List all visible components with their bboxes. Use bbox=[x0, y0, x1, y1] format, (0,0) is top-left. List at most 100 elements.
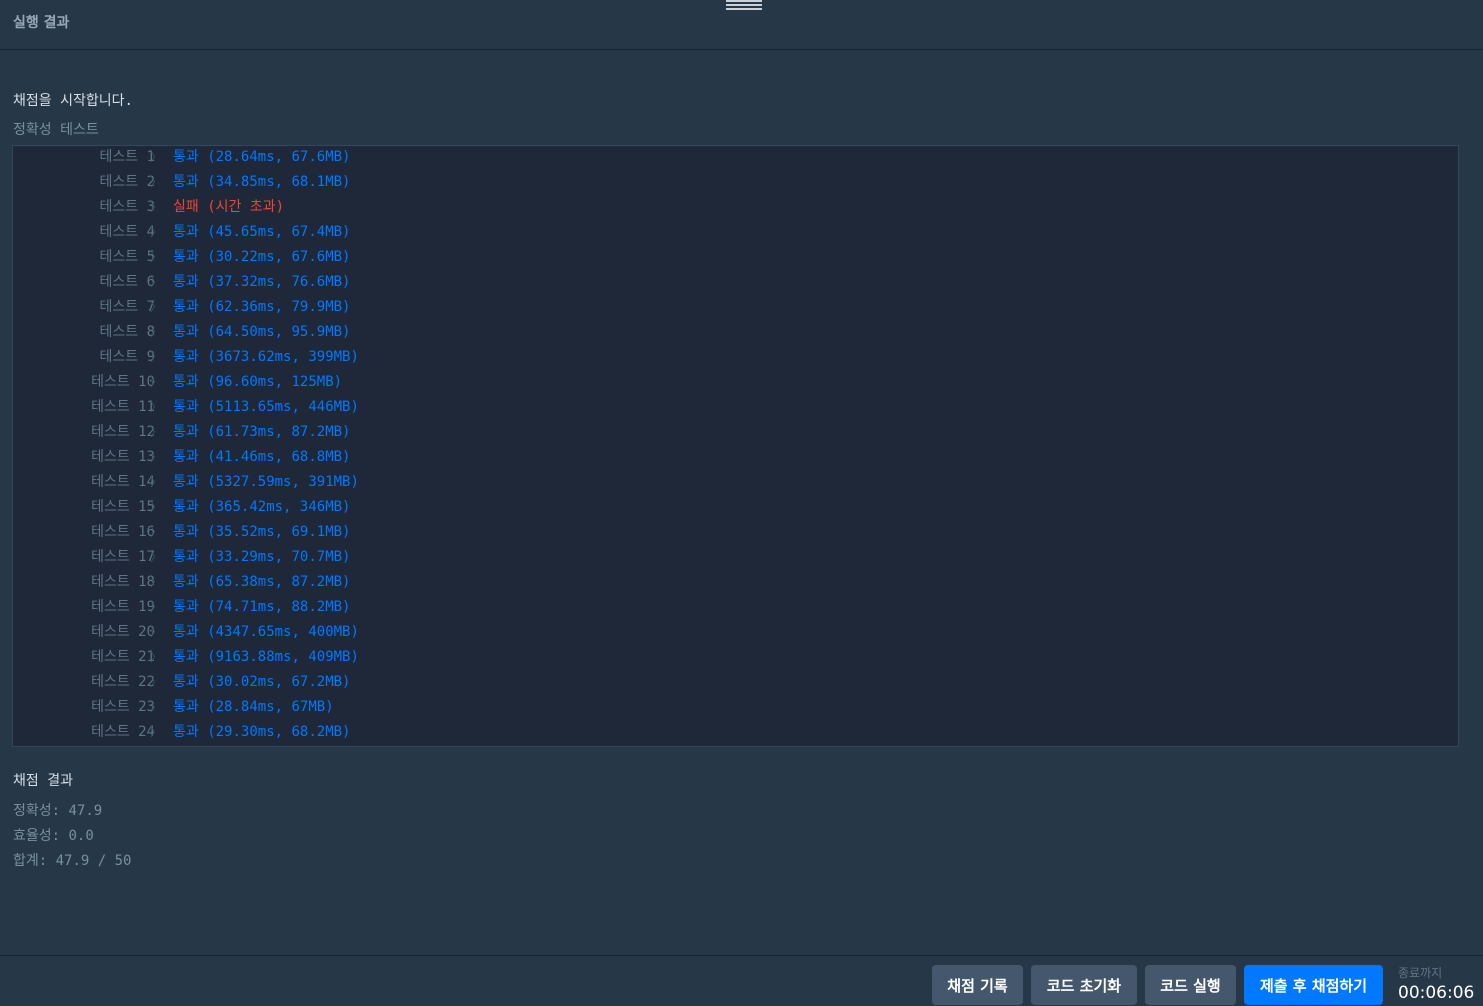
test-status-pass: 통과 (365.42ms, 346MB) bbox=[173, 499, 351, 515]
total-score: 합계: 47.9 / 50 bbox=[13, 853, 132, 869]
test-status-pass: 통과 (29.30ms, 68.2MB) bbox=[173, 724, 351, 740]
test-label: 테스트 21 bbox=[91, 649, 155, 665]
submit-grade-button[interactable]: 제출 후 채점하기 bbox=[1244, 965, 1383, 1005]
test-result-row: 테스트 20 〉 통과 (4347.65ms, 400MB) bbox=[13, 620, 1458, 645]
chevron-right-icon: 〉 bbox=[150, 225, 163, 239]
test-status-fail: 실패 (시간 초과) bbox=[173, 199, 284, 215]
test-result-row: 테스트 14 〉 통과 (5327.59ms, 391MB) bbox=[13, 470, 1458, 495]
chevron-right-icon: 〉 bbox=[150, 175, 163, 189]
test-label: 테스트 12 bbox=[91, 424, 155, 440]
test-label: 테스트 6 bbox=[99, 274, 156, 290]
run-code-button[interactable]: 코드 실행 bbox=[1145, 965, 1236, 1005]
test-result-row: 테스트 6 〉 통과 (37.32ms, 76.6MB) bbox=[13, 270, 1458, 295]
test-result-row: 테스트 22 〉 통과 (30.02ms, 67.2MB) bbox=[13, 670, 1458, 695]
chevron-right-icon: 〉 bbox=[150, 300, 163, 314]
test-status-pass: 통과 (96.60ms, 125MB) bbox=[173, 374, 343, 390]
test-result-row: 테스트 2 〉 통과 (34.85ms, 68.1MB) bbox=[13, 170, 1458, 195]
accuracy-score: 정확성: 47.9 bbox=[13, 803, 103, 819]
test-label: 테스트 16 bbox=[91, 524, 155, 540]
resize-handle-icon[interactable] bbox=[726, 0, 762, 10]
test-label: 테스트 15 bbox=[91, 499, 155, 515]
test-result-row: 테스트 11 〉 통과 (5113.65ms, 446MB) bbox=[13, 395, 1458, 420]
chevron-right-icon: 〉 bbox=[150, 550, 163, 564]
test-result-row: 테스트 10 〉 통과 (96.60ms, 125MB) bbox=[13, 370, 1458, 395]
test-status-pass: 통과 (5327.59ms, 391MB) bbox=[173, 474, 359, 490]
chevron-right-icon: 〉 bbox=[150, 250, 163, 264]
chevron-right-icon: 〉 bbox=[150, 200, 163, 214]
test-label: 테스트 22 bbox=[91, 674, 155, 690]
chevron-right-icon: 〉 bbox=[150, 525, 163, 539]
result-panel-header: 실행 결과 bbox=[0, 0, 1483, 50]
test-result-row: 테스트 5 〉 통과 (30.22ms, 67.6MB) bbox=[13, 245, 1458, 270]
chevron-right-icon: 〉 bbox=[150, 275, 163, 289]
test-status-pass: 통과 (5113.65ms, 446MB) bbox=[173, 399, 359, 415]
chevron-right-icon: 〉 bbox=[150, 600, 163, 614]
test-label: 테스트 14 bbox=[91, 474, 155, 490]
test-result-row: 테스트 8 〉 통과 (64.50ms, 95.9MB) bbox=[13, 320, 1458, 345]
grading-start-message: 채점을 시작합니다. bbox=[13, 93, 133, 109]
timer-label: 종료까지 bbox=[1398, 966, 1443, 980]
chevron-right-icon: 〉 bbox=[150, 150, 163, 164]
score-title: 채점 결과 bbox=[13, 773, 73, 789]
chevron-right-icon: 〉 bbox=[150, 450, 163, 464]
test-result-row: 테스트 24 〉 통과 (29.30ms, 68.2MB) bbox=[13, 720, 1458, 745]
test-result-row: 테스트 12 〉 통과 (61.73ms, 87.2MB) bbox=[13, 420, 1458, 445]
test-label: 테스트 5 bbox=[99, 249, 156, 265]
chevron-right-icon: 〉 bbox=[150, 700, 163, 714]
test-status-pass: 통과 (64.50ms, 95.9MB) bbox=[173, 324, 351, 340]
test-status-pass: 통과 (3673.62ms, 399MB) bbox=[173, 349, 359, 365]
test-status-pass: 통과 (30.02ms, 67.2MB) bbox=[173, 674, 351, 690]
test-result-row: 테스트 18 〉 통과 (65.38ms, 87.2MB) bbox=[13, 570, 1458, 595]
test-label: 테스트 17 bbox=[91, 549, 155, 565]
test-label: 테스트 20 bbox=[91, 624, 155, 640]
test-label: 테스트 11 bbox=[91, 399, 155, 415]
accuracy-test-title: 정확성 테스트 bbox=[13, 122, 99, 138]
test-label: 테스트 9 bbox=[99, 349, 156, 365]
test-status-pass: 통과 (37.32ms, 76.6MB) bbox=[173, 274, 351, 290]
test-label: 테스트 1 bbox=[99, 149, 156, 165]
chevron-right-icon: 〉 bbox=[150, 325, 163, 339]
chevron-right-icon: 〉 bbox=[150, 500, 163, 514]
test-status-pass: 통과 (45.65ms, 67.4MB) bbox=[173, 224, 351, 240]
test-label: 테스트 4 bbox=[99, 224, 156, 240]
test-result-row: 테스트 1 〉 통과 (28.64ms, 67.6MB) bbox=[13, 145, 1458, 170]
test-results-list: 테스트 1 〉 통과 (28.64ms, 67.6MB) 테스트 2 〉 통과 (34.8… bbox=[12, 145, 1459, 747]
test-result-row: 테스트 16 〉 통과 (35.52ms, 69.1MB) bbox=[13, 520, 1458, 545]
chevron-right-icon: 〉 bbox=[150, 650, 163, 664]
chevron-right-icon: 〉 bbox=[150, 350, 163, 364]
test-label: 테스트 8 bbox=[99, 324, 156, 340]
test-result-row: 테스트 17 〉 통과 (33.29ms, 70.7MB) bbox=[13, 545, 1458, 570]
test-status-pass: 통과 (41.46ms, 68.8MB) bbox=[173, 449, 351, 465]
test-label: 테스트 3 bbox=[99, 199, 156, 215]
test-label: 테스트 7 bbox=[99, 299, 156, 315]
test-status-pass: 통과 (28.84ms, 67MB) bbox=[173, 699, 334, 715]
test-result-row: 테스트 15 〉 통과 (365.42ms, 346MB) bbox=[13, 495, 1458, 520]
test-label: 테스트 19 bbox=[91, 599, 155, 615]
test-result-row: 테스트 7 〉 통과 (62.36ms, 79.9MB) bbox=[13, 295, 1458, 320]
grading-history-button[interactable]: 채점 기록 bbox=[932, 965, 1023, 1005]
chevron-right-icon: 〉 bbox=[150, 400, 163, 414]
efficiency-score: 효율성: 0.0 bbox=[13, 828, 94, 844]
action-footer: 채점 기록 코드 초기화 코드 실행 제출 후 채점하기 종료까지 00:06:… bbox=[0, 955, 1483, 1006]
test-status-pass: 통과 (65.38ms, 87.2MB) bbox=[173, 574, 351, 590]
test-result-row: 테스트 21 〉 통과 (9163.88ms, 409MB) bbox=[13, 645, 1458, 670]
timer-value: 00:06:06 bbox=[1398, 983, 1475, 1003]
test-result-row: 테스트 4 〉 통과 (45.65ms, 67.4MB) bbox=[13, 220, 1458, 245]
test-status-pass: 통과 (4347.65ms, 400MB) bbox=[173, 624, 359, 640]
test-status-pass: 통과 (34.85ms, 68.1MB) bbox=[173, 174, 351, 190]
test-status-pass: 통과 (33.29ms, 70.7MB) bbox=[173, 549, 351, 565]
test-result-row: 테스트 13 〉 통과 (41.46ms, 68.8MB) bbox=[13, 445, 1458, 470]
test-label: 테스트 10 bbox=[91, 374, 155, 390]
reset-code-button[interactable]: 코드 초기화 bbox=[1031, 965, 1137, 1005]
test-result-row: 테스트 19 〉 통과 (74.71ms, 88.2MB) bbox=[13, 595, 1458, 620]
test-status-pass: 통과 (61.73ms, 87.2MB) bbox=[173, 424, 351, 440]
test-result-row: 테스트 3 〉 실패 (시간 초과) bbox=[13, 195, 1458, 220]
panel-title: 실행 결과 bbox=[13, 15, 70, 31]
test-result-row: 테스트 9 〉 통과 (3673.62ms, 399MB) bbox=[13, 345, 1458, 370]
test-status-pass: 통과 (9163.88ms, 409MB) bbox=[173, 649, 359, 665]
chevron-right-icon: 〉 bbox=[150, 675, 163, 689]
test-label: 테스트 24 bbox=[91, 724, 155, 740]
chevron-right-icon: 〉 bbox=[150, 375, 163, 389]
test-label: 테스트 18 bbox=[91, 574, 155, 590]
chevron-right-icon: 〉 bbox=[150, 425, 163, 439]
